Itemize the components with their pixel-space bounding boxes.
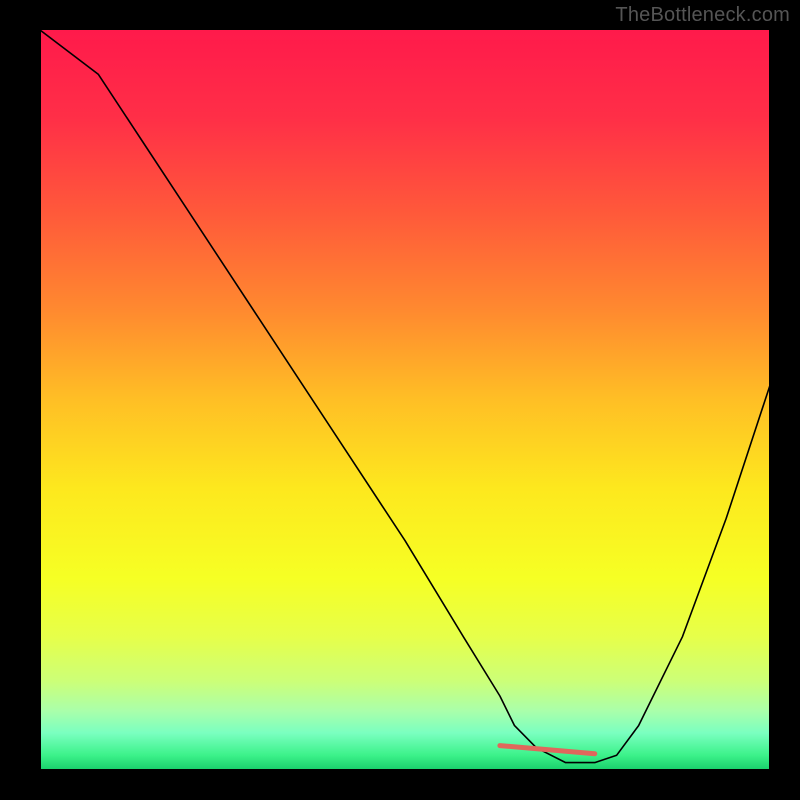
chart-wrapper: TheBottleneck.com <box>0 0 800 800</box>
bottleneck-chart <box>0 0 800 800</box>
watermark-text: TheBottleneck.com <box>615 4 790 27</box>
gradient-background <box>40 30 770 770</box>
